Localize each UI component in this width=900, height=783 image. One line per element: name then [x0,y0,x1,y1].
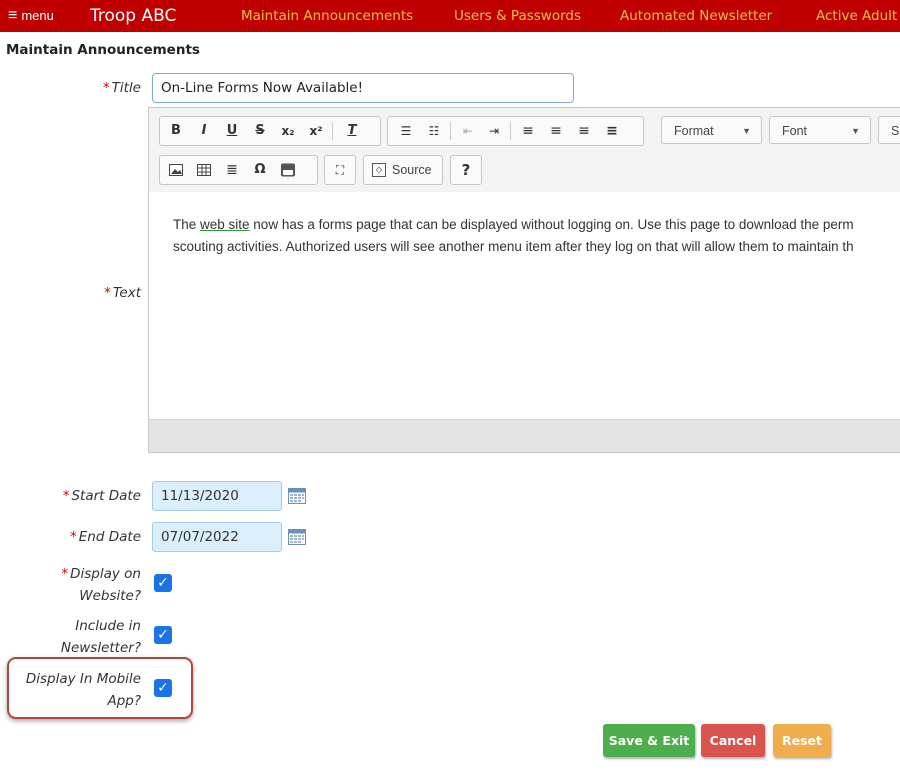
subscript-icon[interactable]: x₂ [276,117,300,145]
caret-down-icon: ▼ [851,126,860,136]
editor-content-area[interactable]: The web site now has a forms page that c… [149,192,900,421]
cancel-button[interactable]: Cancel [701,724,765,757]
size-dropdown-label: Si [891,124,900,138]
editor-line-2: scouting activities. Authorized users wi… [173,239,854,254]
menu-button[interactable]: ≡ menu [8,0,54,32]
nav-link-maintain-announcements[interactable]: Maintain Announcements [241,0,413,32]
increase-indent-icon[interactable]: ⇥ [482,117,506,145]
align-left-icon[interactable]: ≡ [516,117,540,145]
display-website-label-line1: Display on [70,566,141,582]
bold-icon[interactable]: B [164,117,188,145]
format-dropdown-label: Format [674,124,714,138]
remove-format-icon[interactable]: T [340,117,364,145]
nav-link-automated-newsletter[interactable]: Automated Newsletter [620,0,772,32]
align-center-icon[interactable]: ≡ [544,117,568,145]
horizontal-line-icon[interactable]: ≣ [220,156,244,184]
start-date-label: * Start Date [20,485,141,507]
mobile-app-label-line2: App? [107,693,141,709]
title-input[interactable] [152,73,574,103]
mobile-app-label: Display In Mobile App? [10,668,141,712]
start-date-input[interactable]: 11/13/2020 [152,481,282,511]
font-dropdown-label: Font [782,124,808,138]
italic-icon[interactable]: I [192,117,216,145]
justify-icon[interactable]: ≡ [600,117,624,145]
mobile-app-checkbox[interactable]: ✓ [154,679,172,697]
reset-button[interactable]: Reset [773,724,831,757]
editor-content-text: The web site now has a forms page that c… [173,214,900,258]
newsletter-label: Include in Newsletter? [10,615,141,659]
site-brand[interactable]: Troop ABC [90,0,176,32]
paragraph-group: ☰ ☷ ⇤ ⇥ ≡ ≡ ≡ ≡ [387,116,644,146]
start-date-label-text: Start Date [71,488,141,504]
special-character-icon[interactable]: Ω [248,156,272,184]
end-date-input[interactable]: 07/07/2022 [152,522,282,552]
rich-text-editor: B I U S x₂ x² T ☰ ☷ ⇤ ⇥ ≡ ≡ ≡ ≡ Format ▼… [148,107,900,453]
underline-icon[interactable]: U [220,117,244,145]
menu-label: menu [21,8,54,23]
toolbar-separator [332,122,333,140]
save-exit-button[interactable]: Save & Exit [603,724,695,757]
nav-link-active-adult[interactable]: Active Adult [816,0,897,32]
youtube-icon[interactable] [276,156,300,184]
bulleted-list-icon[interactable]: ☷ [422,117,446,145]
text-label: * Text [20,282,141,304]
source-icon: ◇ [372,163,386,177]
editor-footer-bar [149,419,900,452]
top-nav-bar: ≡ menu Troop ABC Maintain Announcements U… [0,0,900,32]
display-website-label-line2: Website? [79,588,141,604]
editor-text-segment: now has a forms page that can be display… [249,217,854,232]
text-label-text: Text [112,285,141,301]
newsletter-label-line2: Newsletter? [60,640,141,656]
font-dropdown[interactable]: Font ▼ [769,116,871,144]
nav-link-users-passwords[interactable]: Users & Passwords [454,0,581,32]
maximize-icon[interactable]: ⛶ [328,156,352,184]
maximize-group: ⛶ [324,155,356,185]
size-dropdown[interactable]: Si [878,116,900,144]
strikethrough-icon[interactable]: S [248,117,272,145]
title-label-text: Title [111,80,141,96]
image-icon[interactable] [164,156,188,184]
calendar-icon[interactable] [288,488,306,504]
toolbar-separator [510,122,511,140]
required-marker: * [102,80,110,96]
display-website-label: * Display on Website? [10,563,141,607]
end-date-label-text: End Date [78,529,141,545]
format-dropdown[interactable]: Format ▼ [661,116,762,144]
source-button[interactable]: ◇ Source [363,155,443,185]
toolbar-separator [450,122,451,140]
align-right-icon[interactable]: ≡ [572,117,596,145]
editor-line-1: The web site now has a forms page that c… [173,214,900,236]
title-label: * Title [20,77,141,99]
calendar-icon[interactable] [288,529,306,545]
web-site-link[interactable]: web site [200,217,250,232]
caret-down-icon: ▼ [742,126,751,136]
decrease-indent-icon[interactable]: ⇤ [456,117,480,145]
display-website-checkbox[interactable]: ✓ [154,574,172,592]
table-icon[interactable] [192,156,216,184]
required-marker: * [70,529,77,545]
required-marker: * [104,285,111,301]
superscript-icon[interactable]: x² [304,117,328,145]
basic-styles-group: B I U S x₂ x² T [159,116,381,146]
help-icon: ? [461,161,471,179]
page-title: Maintain Announcements [6,42,200,58]
mobile-app-label-line1: Display In Mobile [25,671,141,687]
help-button[interactable]: ? [450,155,482,185]
required-marker: * [61,566,69,582]
numbered-list-icon[interactable]: ☰ [394,117,418,145]
newsletter-label-line1: Include in [75,618,141,634]
required-marker: * [62,488,70,504]
newsletter-checkbox[interactable]: ✓ [154,626,172,644]
insert-group: ≣ Ω [159,155,318,185]
hamburger-icon: ≡ [8,7,18,24]
source-label: Source [392,163,432,177]
editor-text-segment: The [173,217,201,232]
end-date-label: * End Date [20,526,141,548]
editor-toolbar: B I U S x₂ x² T ☰ ☷ ⇤ ⇥ ≡ ≡ ≡ ≡ Format ▼… [149,108,900,193]
